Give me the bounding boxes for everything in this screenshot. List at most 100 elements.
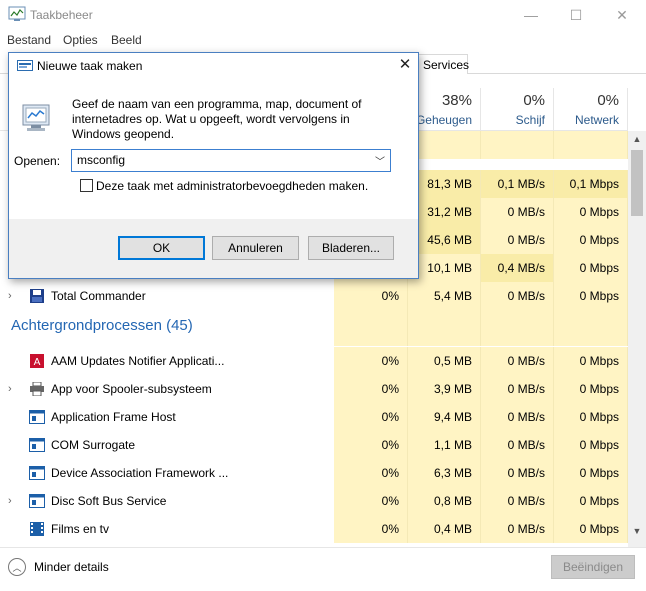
less-details-link[interactable]: Minder details [34,560,109,574]
cancel-button[interactable]: Annuleren [212,236,299,260]
network-cell: 0 Mbps [554,515,628,543]
group-title: Achtergrondprocessen (45) [11,317,193,334]
cpu-cell: 0% [334,403,408,431]
close-icon: ✕ [616,6,628,23]
menu-beeld[interactable]: Beeld [111,33,142,47]
network-cell: 0 Mbps [554,487,628,515]
dialog-title: Nieuwe taak maken [37,59,143,73]
process-name: COM Surrogate [51,438,136,452]
browse-button[interactable]: Bladeren... [308,236,394,260]
run-dialog-icon [17,60,33,71]
network-cell: 0 Mbps [554,431,628,459]
menu-opties[interactable]: Opties [63,33,98,47]
task-manager-icon [8,6,26,21]
table-row[interactable]: A AAM Updates Notifier Applicati... 0% 0… [0,347,628,375]
end-task-button: Beëindigen [551,555,635,579]
process-name: AAM Updates Notifier Applicati... [51,354,225,368]
expand-chevron-icon[interactable]: › [8,375,12,403]
tab-services[interactable]: Services [416,54,469,74]
disk-cell: 0,4 MB/s [481,254,554,282]
memory-cell: 1,1 MB [408,431,481,459]
process-name: Device Association Framework ... [51,466,229,480]
close-button[interactable]: ✕ [599,0,645,30]
process-name: Disc Soft Bus Service [51,494,167,508]
disk-cell: 0 MB/s [481,198,554,226]
app-window-icon [29,494,45,508]
dialog-close-icon[interactable]: ✕ [395,55,415,75]
group-header-row[interactable]: Achtergrondprocessen (45) [0,310,628,346]
scroll-down-icon[interactable]: ▼ [628,523,646,539]
cpu-cell: 0% [334,431,408,459]
cpu-cell: 0% [334,282,408,310]
network-cell: 0,1 Mbps [554,170,628,198]
disk-cell: 0 MB/s [481,347,554,375]
run-program-icon [22,104,50,131]
new-task-dialog: Nieuwe taak maken ✕ Geef de naam van een… [8,52,419,279]
memory-cell: 0,5 MB [408,347,481,375]
table-row[interactable]: Films en tv 0% 0,4 MB 0 MB/s 0 Mbps [0,515,628,543]
column-label: Netwerk [574,113,619,127]
app-window-icon [29,410,45,424]
memory-cell: 3,9 MB [408,375,481,403]
dialog-description: Geef de naam van een programma, map, doc… [72,97,362,141]
cpu-cell: 0% [334,375,408,403]
network-cell: 0 Mbps [554,198,628,226]
column-percent: 0% [523,92,545,109]
disk-cell: 0 MB/s [481,431,554,459]
maximize-icon: ☐ [569,6,583,23]
network-cell: 0 Mbps [554,459,628,487]
network-cell: 0 Mbps [554,375,628,403]
memory-cell: 0,8 MB [408,487,481,515]
cpu-cell: 0% [334,347,408,375]
column-label: Schijf [515,113,545,127]
table-row[interactable]: Device Association Framework ... 0% 6,3 … [0,459,628,487]
ok-button[interactable]: OK [118,236,205,260]
admin-checkbox[interactable] [80,179,93,192]
expand-chevron-icon[interactable]: › [8,487,12,515]
menu-bar: Bestand Opties Beeld [0,30,646,50]
app-window-icon [29,466,45,480]
table-row[interactable]: Application Frame Host 0% 9,4 MB 0 MB/s … [0,403,628,431]
disk-cell: 0 MB/s [481,487,554,515]
process-name: Films en tv [51,522,110,536]
table-row[interactable]: COM Surrogate 0% 1,1 MB 0 MB/s 0 Mbps [0,431,628,459]
disk-cell: 0 MB/s [481,515,554,543]
adobe-icon: A [30,354,44,368]
table-row[interactable]: › Disc Soft Bus Service 0% 0,8 MB 0 MB/s… [0,487,628,515]
disk-cell: 0 MB/s [481,375,554,403]
memory-cell: 6,3 MB [408,459,481,487]
open-label: Openen: [14,154,61,168]
cpu-cell: 0% [334,515,408,543]
column-percent: 38% [441,92,472,109]
column-percent: 0% [597,92,619,109]
svg-text:A: A [34,357,41,368]
network-cell: 0 Mbps [554,254,628,282]
window-title: Taakbeheer [30,8,93,22]
table-row[interactable]: › Total Commander 0% 5,4 MB 0 MB/s 0 Mbp… [0,282,628,310]
floppy-disk-icon [30,289,44,303]
minimize-button[interactable]: — [508,0,554,30]
open-input[interactable]: msconfig [71,149,391,172]
disk-cell: 0 MB/s [481,282,554,310]
minimize-icon: — [524,7,538,23]
scroll-up-icon[interactable]: ▲ [628,131,646,147]
chevron-up-circle-icon[interactable]: ︿ [8,558,26,576]
column-header-network[interactable]: 0% Netwerk [554,88,628,130]
chevron-down-icon[interactable]: ﹀ [375,153,385,168]
column-label: Geheugen [415,113,472,127]
expand-chevron-icon[interactable]: › [8,282,12,310]
network-cell: 0 Mbps [554,403,628,431]
memory-cell: 9,4 MB [408,403,481,431]
column-header-disk[interactable]: 0% Schijf [481,88,554,130]
network-cell: 0 Mbps [554,347,628,375]
menu-bestand[interactable]: Bestand [7,33,51,47]
network-cell: 0 Mbps [554,282,628,310]
memory-cell: 5,4 MB [408,282,481,310]
scroll-thumb[interactable] [631,150,643,216]
printer-icon [30,382,44,396]
app-window-icon [29,438,45,452]
table-row[interactable]: › App voor Spooler-subsysteem 0% 3,9 MB … [0,375,628,403]
maximize-button[interactable]: ☐ [553,0,599,30]
disk-cell: 0 MB/s [481,226,554,254]
admin-checkbox-label[interactable]: Deze taak met administratorbevoegdheden … [96,179,368,193]
